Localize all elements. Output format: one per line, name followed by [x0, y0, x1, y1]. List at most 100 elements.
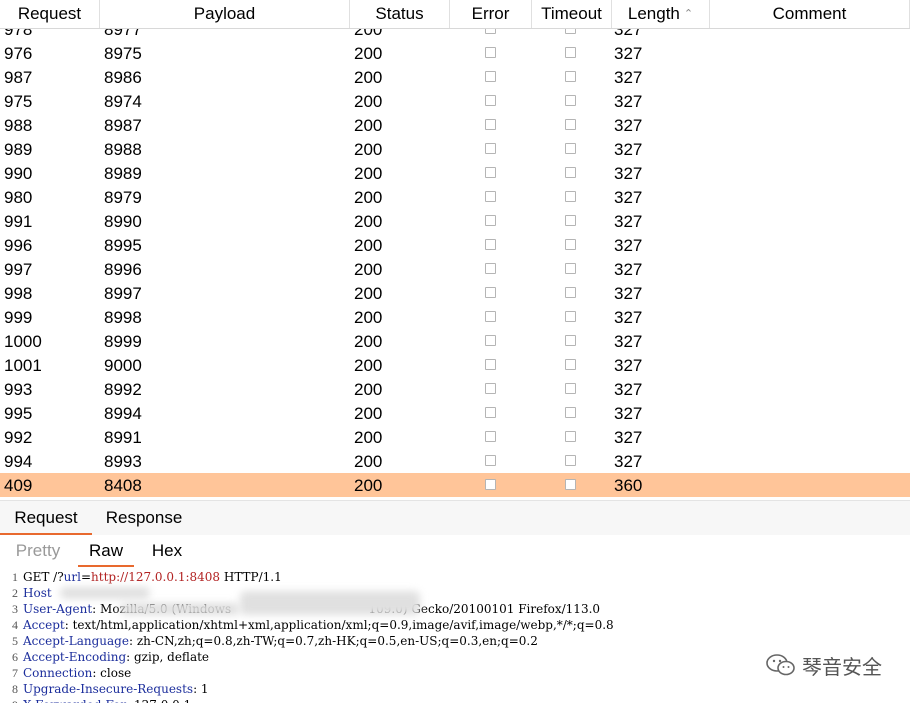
table-row[interactable]: 990 8989 200 327 — [0, 161, 910, 185]
error-checkbox — [485, 335, 496, 346]
error-checkbox — [485, 47, 496, 58]
code-text: : zh-CN,zh;q=0.8,zh-TW;q=0.7,zh-HK;q=0.5… — [128, 634, 538, 648]
cell-status: 200 — [354, 236, 383, 255]
tab-raw[interactable]: Raw — [78, 535, 134, 567]
cell-length: 327 — [614, 452, 643, 471]
line-number: 5 — [12, 634, 18, 648]
cell-payload: 8975 — [104, 44, 142, 63]
table-row[interactable]: 991 8990 200 327 — [0, 209, 910, 233]
cell-status: 200 — [354, 332, 383, 351]
cell-request: 1001 — [4, 356, 42, 375]
column-header-label: Length — [627, 4, 680, 23]
cell-status: 200 — [354, 260, 383, 279]
cell-status: 200 — [354, 116, 383, 135]
header-name: Accept-Language — [23, 634, 129, 648]
code-text: HTTP/1.1 — [220, 570, 282, 584]
cell-length: 327 — [614, 92, 643, 111]
line-number: 2 — [12, 586, 18, 600]
tab-hex[interactable]: Hex — [140, 535, 194, 565]
timeout-checkbox — [565, 335, 576, 346]
table-row[interactable]: 994 8993 200 327 — [0, 449, 910, 473]
cell-length: 327 — [614, 284, 643, 303]
timeout-checkbox — [565, 431, 576, 442]
cell-payload: 8987 — [104, 116, 142, 135]
header-name: Accept-Encoding — [23, 650, 127, 664]
code-text: GET /? — [23, 570, 64, 584]
table-row[interactable]: 1000 8999 200 327 — [0, 329, 910, 353]
tab-request[interactable]: Request — [0, 501, 92, 535]
column-header-payload[interactable]: Payload — [100, 0, 350, 28]
line-number: 9 — [8, 697, 18, 703]
table-row-selected[interactable]: 409 8408 200 360 — [0, 473, 910, 497]
results-table: Request Payload Status Error Timeout Length ⌃ C… — [0, 0, 910, 497]
column-header-comment[interactable]: Comment — [710, 0, 910, 28]
column-header-timeout[interactable]: Timeout — [532, 0, 612, 28]
column-header-request[interactable]: Request — [0, 0, 100, 28]
line-code: Host — [23, 585, 52, 601]
error-checkbox — [485, 311, 496, 322]
timeout-checkbox — [565, 455, 576, 466]
cell-status: 200 — [354, 212, 383, 231]
tab-response[interactable]: Response — [98, 501, 190, 533]
timeout-checkbox — [565, 263, 576, 274]
cell-payload: 8994 — [104, 404, 142, 423]
column-header-label: Status — [375, 4, 424, 23]
table-row[interactable]: 999 8998 200 327 — [0, 305, 910, 329]
table-row[interactable]: 980 8979 200 327 — [0, 185, 910, 209]
timeout-checkbox — [565, 143, 576, 154]
table-row[interactable]: 975 8974 200 327 — [0, 89, 910, 113]
error-checkbox — [485, 287, 496, 298]
line-code: Connection: close — [23, 665, 131, 681]
code-text: : gzip, deflate — [126, 650, 210, 664]
column-header-length[interactable]: Length ⌃ — [612, 0, 710, 28]
table-row[interactable]: 998 8997 200 327 — [0, 281, 910, 305]
cell-payload: 8974 — [104, 92, 142, 111]
table-row[interactable]: 989 8988 200 327 — [0, 137, 910, 161]
cell-status: 200 — [354, 476, 383, 495]
cell-status: 200 — [354, 44, 383, 63]
tab-pretty[interactable]: Pretty — [8, 535, 68, 565]
redaction-blur — [120, 603, 240, 615]
cell-payload: 8986 — [104, 68, 142, 87]
table-row[interactable]: 992 8991 200 327 — [0, 425, 910, 449]
cell-payload: 8993 — [104, 452, 142, 471]
code-text: : 127.0.0.1 — [126, 698, 191, 703]
cell-length: 327 — [614, 188, 643, 207]
message-tabs: Request Response — [0, 500, 910, 536]
cell-length: 327 — [614, 164, 643, 183]
table-row[interactable]: 997 8996 200 327 — [0, 257, 910, 281]
timeout-checkbox — [565, 167, 576, 178]
code-text: : 1 — [193, 682, 209, 696]
cell-request: 994 — [4, 452, 33, 471]
sort-ascending-icon: ⌃ — [683, 8, 694, 20]
error-checkbox — [485, 455, 496, 466]
header-name: Accept — [23, 618, 65, 632]
cell-payload: 8996 — [104, 260, 142, 279]
cell-length: 327 — [614, 260, 643, 279]
cell-request: 975 — [4, 92, 33, 111]
cell-request: 993 — [4, 380, 33, 399]
raw-request-editor[interactable]: 9 X-Forwarded-For: 127.0.0.1 8 Upgrade-Inse… — [0, 567, 910, 703]
table-row[interactable]: 993 8992 200 327 — [0, 377, 910, 401]
view-tabs: Pretty Raw Hex — [0, 535, 910, 568]
table-row[interactable]: 996 8995 200 327 — [0, 233, 910, 257]
cell-length: 360 — [614, 476, 643, 495]
error-checkbox — [485, 431, 496, 442]
table-row[interactable]: 988 8987 200 327 — [0, 113, 910, 137]
header-name: url — [63, 570, 81, 584]
cell-payload: 8979 — [104, 188, 142, 207]
table-row[interactable]: 995 8994 200 327 — [0, 401, 910, 425]
cell-length: 327 — [614, 68, 643, 87]
table-row[interactable]: 976 8975 200 327 — [0, 41, 910, 65]
header-name: User-Agent — [23, 602, 93, 616]
cell-length: 327 — [614, 308, 643, 327]
column-header-status[interactable]: Status — [350, 0, 450, 28]
table-row[interactable]: 1001 9000 200 327 — [0, 353, 910, 377]
cell-length: 327 — [614, 332, 643, 351]
table-row[interactable]: 987 8986 200 327 — [0, 65, 910, 89]
cell-request: 990 — [4, 164, 33, 183]
column-header-error[interactable]: Error — [450, 0, 532, 28]
cell-request: 1000 — [4, 332, 42, 351]
cell-payload: 8999 — [104, 332, 142, 351]
cell-status: 200 — [354, 452, 383, 471]
